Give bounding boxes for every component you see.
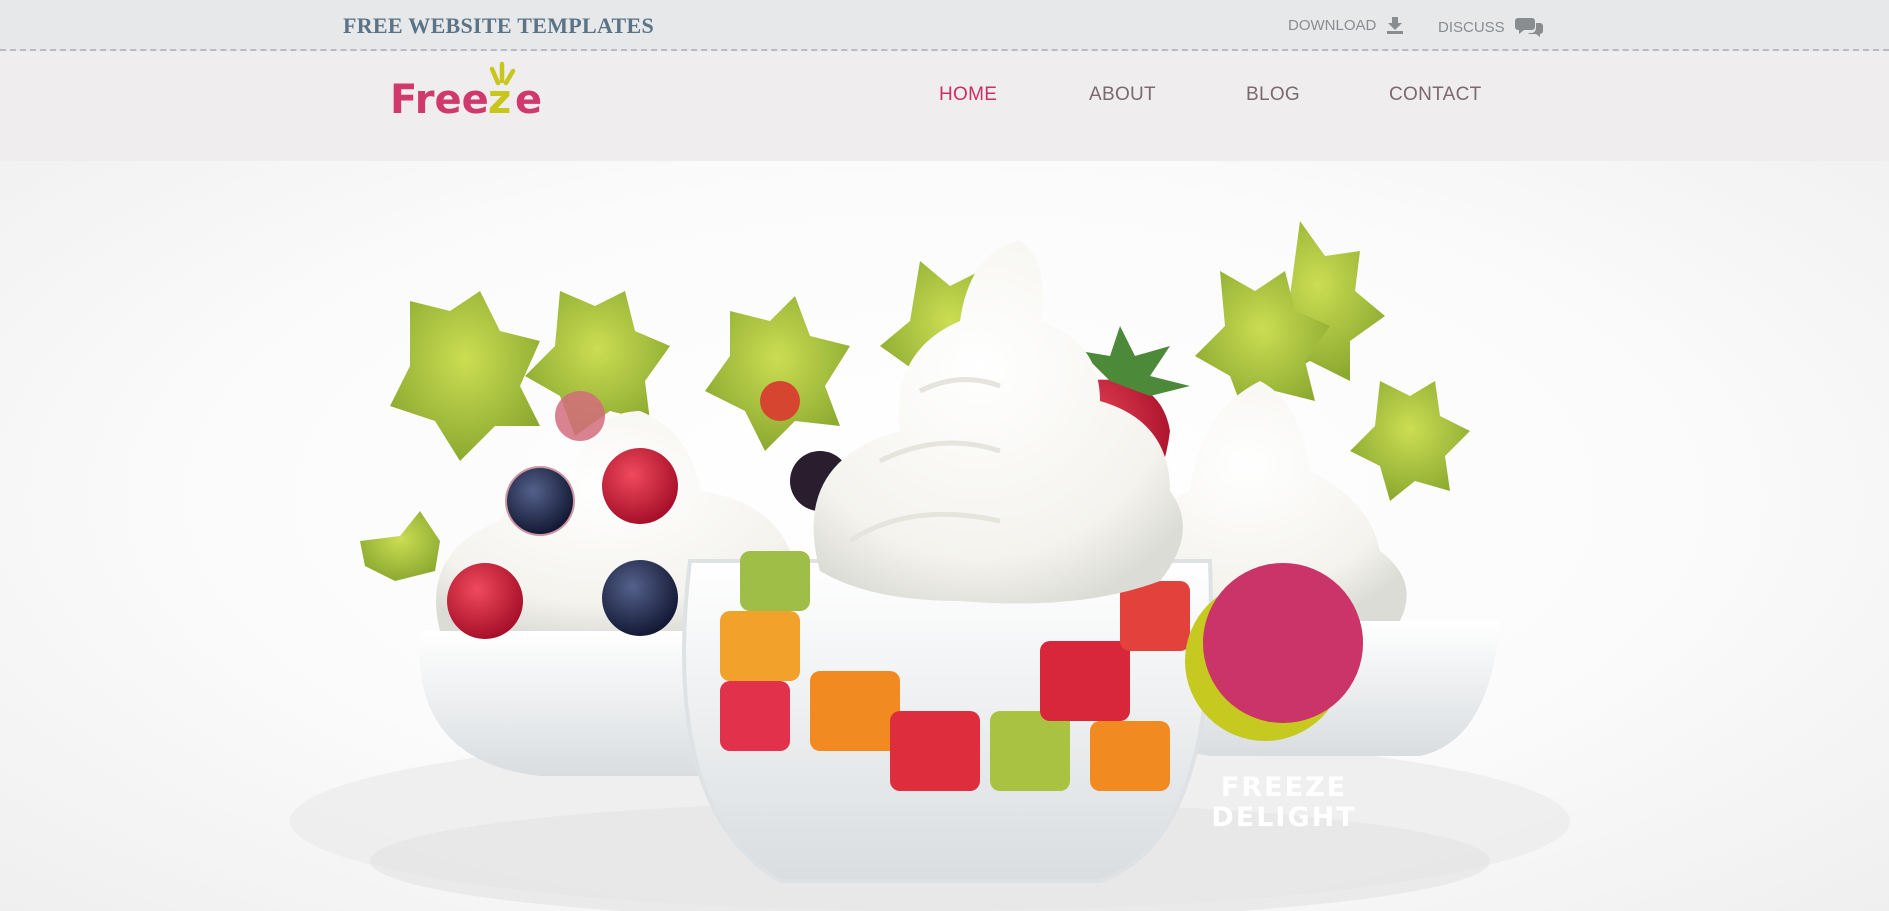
- svg-text:Free: Free: [390, 77, 489, 121]
- top-strip: FREE WEBSITE TEMPLATES DOWNLOAD DISCUSS: [0, 0, 1889, 51]
- download-label: DOWNLOAD: [1288, 16, 1377, 34]
- free-website-templates-link[interactable]: FREE WEBSITE TEMPLATES: [343, 13, 654, 39]
- nav-contact[interactable]: CONTACT: [1389, 84, 1482, 106]
- badge-line-1: FREEZE: [1220, 772, 1348, 803]
- nav-blog[interactable]: BLOG: [1246, 84, 1300, 106]
- frozen-yogurt-hero-image: [290, 221, 1570, 911]
- site-header: Free z e HOME ABOUT BLOG CONTACT: [0, 51, 1889, 161]
- download-icon: [1387, 17, 1404, 34]
- discuss-link[interactable]: DISCUSS: [1438, 16, 1543, 38]
- nav-home[interactable]: HOME: [939, 84, 997, 106]
- svg-text:e: e: [515, 77, 542, 121]
- hero-banner: FREEZE DELIGHT: [0, 161, 1889, 911]
- nav-about[interactable]: ABOUT: [1089, 84, 1156, 106]
- download-link[interactable]: DOWNLOAD: [1288, 16, 1404, 34]
- freeeze-logo[interactable]: Free z e: [388, 61, 568, 121]
- discuss-label: DISCUSS: [1438, 18, 1505, 36]
- badge-line-2: DELIGHT: [1211, 802, 1357, 833]
- freeze-delight-badge: FREEZE DELIGHT: [1190, 773, 1378, 833]
- chat-bubbles-icon: [1514, 18, 1543, 37]
